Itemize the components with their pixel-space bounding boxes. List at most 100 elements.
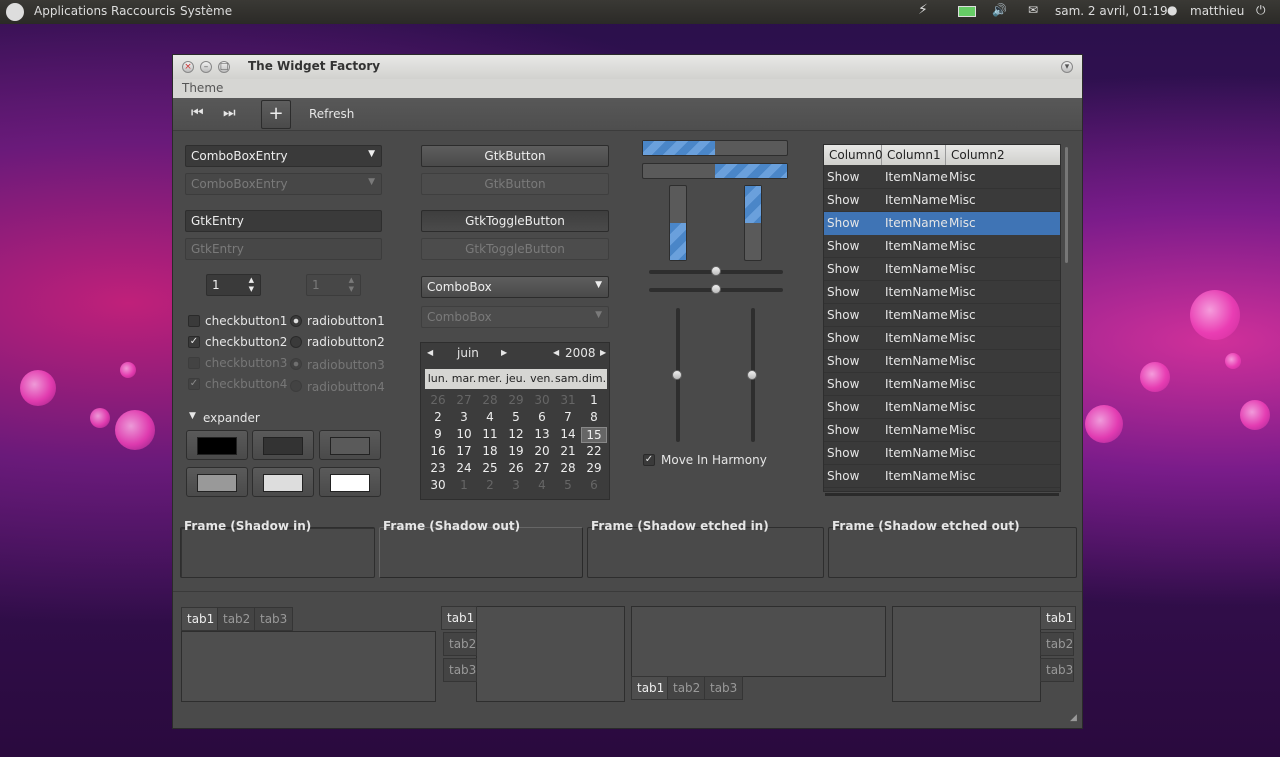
menu-systeme[interactable]: Système (180, 4, 232, 18)
prev-year-icon[interactable]: ◀ (553, 348, 559, 357)
network-icon[interactable]: ⚡ (918, 2, 928, 18)
calendar-day[interactable]: 10 (451, 427, 477, 441)
combobox-entry[interactable]: ComboBoxEntry ▼ (185, 145, 382, 167)
table-row[interactable]: Show ItemName Misc (824, 442, 1060, 465)
tree-hscrollbar[interactable] (825, 493, 1059, 496)
calendar-day[interactable]: 30 (425, 478, 451, 492)
calendar-day[interactable]: 20 (529, 444, 555, 458)
slider-knob[interactable] (711, 284, 721, 294)
notebook-right-tab3[interactable]: tab3 (1040, 658, 1074, 682)
calendar-day[interactable]: 5 (503, 410, 529, 424)
calendar-day[interactable]: 15 (581, 427, 607, 443)
calendar-day[interactable]: 27 (451, 393, 477, 407)
calendar-day[interactable]: 25 (477, 461, 503, 475)
table-row[interactable]: Show ItemName Misc (824, 189, 1060, 212)
resize-grip-icon[interactable]: ◢ (1070, 713, 1077, 723)
menu-applications[interactable]: Applications (34, 4, 107, 18)
color-button-darkgray[interactable] (252, 430, 314, 460)
notebook-top-tab1[interactable]: tab1 (181, 607, 221, 631)
calendar-day[interactable]: 7 (555, 410, 581, 424)
notebook-right-tab1[interactable]: tab1 (1040, 606, 1076, 630)
table-row[interactable]: Show ItemName Misc (824, 327, 1060, 350)
calendar-day[interactable]: 2 (425, 410, 451, 424)
color-button-black[interactable] (186, 430, 248, 460)
calendar-day[interactable]: 14 (555, 427, 581, 441)
calendar-day[interactable]: 4 (477, 410, 503, 424)
gtk-entry[interactable]: GtkEntry (185, 210, 382, 232)
calendar-day[interactable]: 6 (581, 478, 607, 492)
calendar-day[interactable]: 21 (555, 444, 581, 458)
notebook-left-tab1[interactable]: tab1 (441, 606, 477, 630)
calendar-day[interactable]: 11 (477, 427, 503, 441)
slider-knob[interactable] (672, 370, 682, 380)
calendar-day[interactable]: 22 (581, 444, 607, 458)
notebook-bottom-tab3[interactable]: tab3 (704, 676, 744, 700)
slider-knob[interactable] (747, 370, 757, 380)
checkbox-1[interactable] (188, 315, 200, 327)
calendar-day[interactable]: 1 (451, 478, 477, 492)
clock[interactable]: sam. 2 avril, 01:19 (1055, 4, 1168, 18)
table-row[interactable]: Show ItemName Misc (824, 419, 1060, 442)
table-row[interactable]: Show ItemName Misc (824, 350, 1060, 373)
harmony-checkbox[interactable]: ✓ (643, 454, 655, 466)
calendar-day[interactable]: 18 (477, 444, 503, 458)
color-button-midgray[interactable] (186, 467, 248, 497)
gtk-toggle-button[interactable]: GtkToggleButton (421, 210, 609, 232)
harmony-label[interactable]: Move In Harmony (661, 453, 767, 467)
title-bar[interactable]: × – □ The Widget Factory ▾ (173, 55, 1082, 79)
power-icon[interactable]: ⏻ (1256, 3, 1266, 18)
checkbox-1-label[interactable]: checkbutton1 (205, 314, 287, 328)
table-row[interactable]: Show ItemName Misc (824, 396, 1060, 419)
table-row[interactable]: Show ItemName Misc (824, 465, 1060, 488)
checkbox-2-label[interactable]: checkbutton2 (205, 335, 287, 349)
minimize-icon[interactable]: – (200, 61, 212, 73)
slider-knob[interactable] (711, 266, 721, 276)
table-row[interactable]: Show ItemName Misc (824, 166, 1060, 189)
calendar-day[interactable]: 28 (477, 393, 503, 407)
calendar-day[interactable]: 31 (555, 393, 581, 407)
radio-2-label[interactable]: radiobutton2 (307, 335, 385, 349)
column-header-1[interactable]: Column1 (882, 145, 946, 165)
vscale-2[interactable] (747, 308, 757, 442)
menu-raccourcis[interactable]: Raccourcis (111, 4, 175, 18)
calendar-day[interactable]: 26 (503, 461, 529, 475)
notebook-bottom-tab2[interactable]: tab2 (667, 676, 707, 700)
radio-1[interactable] (290, 315, 302, 327)
calendar-day[interactable]: 29 (581, 461, 607, 475)
goto-last-icon[interactable]: ⏭ (223, 105, 236, 121)
calendar-day[interactable]: 30 (529, 393, 555, 407)
calendar-day[interactable]: 8 (581, 410, 607, 424)
refresh-button[interactable]: Refresh (309, 107, 354, 121)
spin-button[interactable]: 1 ▲ ▼ (206, 274, 261, 296)
next-month-icon[interactable]: ▶ (501, 348, 507, 357)
column-header-2[interactable]: Column2 (946, 145, 1060, 165)
calendar-day[interactable]: 23 (425, 461, 451, 475)
calendar-day[interactable]: 19 (503, 444, 529, 458)
calendar-day[interactable]: 13 (529, 427, 555, 441)
calendar-day[interactable]: 6 (529, 410, 555, 424)
calendar-day[interactable]: 2 (477, 478, 503, 492)
calendar-day[interactable]: 1 (581, 393, 607, 407)
menu-theme[interactable]: Theme (182, 81, 223, 95)
checkbox-2[interactable]: ✓ (188, 336, 200, 348)
dropdown-arrow-icon[interactable]: ▼ (368, 149, 375, 159)
calendar-day[interactable]: 26 (425, 393, 451, 407)
dropdown-arrow-icon[interactable]: ▼ (595, 280, 602, 290)
spin-arrows-icon[interactable]: ▲ ▼ (249, 276, 254, 294)
gtk-button[interactable]: GtkButton (421, 145, 609, 167)
column-header-0[interactable]: Column0 (824, 145, 883, 165)
calendar-day[interactable]: 27 (529, 461, 555, 475)
close-icon[interactable]: × (182, 61, 194, 73)
calendar-day[interactable]: 29 (503, 393, 529, 407)
prev-month-icon[interactable]: ◀ (427, 348, 433, 357)
notebook-top-tab3[interactable]: tab3 (254, 607, 294, 631)
goto-first-icon[interactable]: ⏮ (191, 105, 204, 121)
tree-scrollbar[interactable] (1065, 147, 1068, 263)
calendar[interactable]: ◀ juin ▶ ◀ 2008 ▶ lun. mar. mer. jeu. ven. sa… (420, 342, 610, 500)
notebook-left-tab3[interactable]: tab3 (443, 658, 477, 682)
user-name[interactable]: matthieu (1190, 4, 1244, 18)
hscale-1[interactable] (649, 266, 783, 276)
mail-icon[interactable]: ✉ (1028, 3, 1038, 17)
calendar-day[interactable]: 4 (529, 478, 555, 492)
calendar-day[interactable]: 12 (503, 427, 529, 441)
